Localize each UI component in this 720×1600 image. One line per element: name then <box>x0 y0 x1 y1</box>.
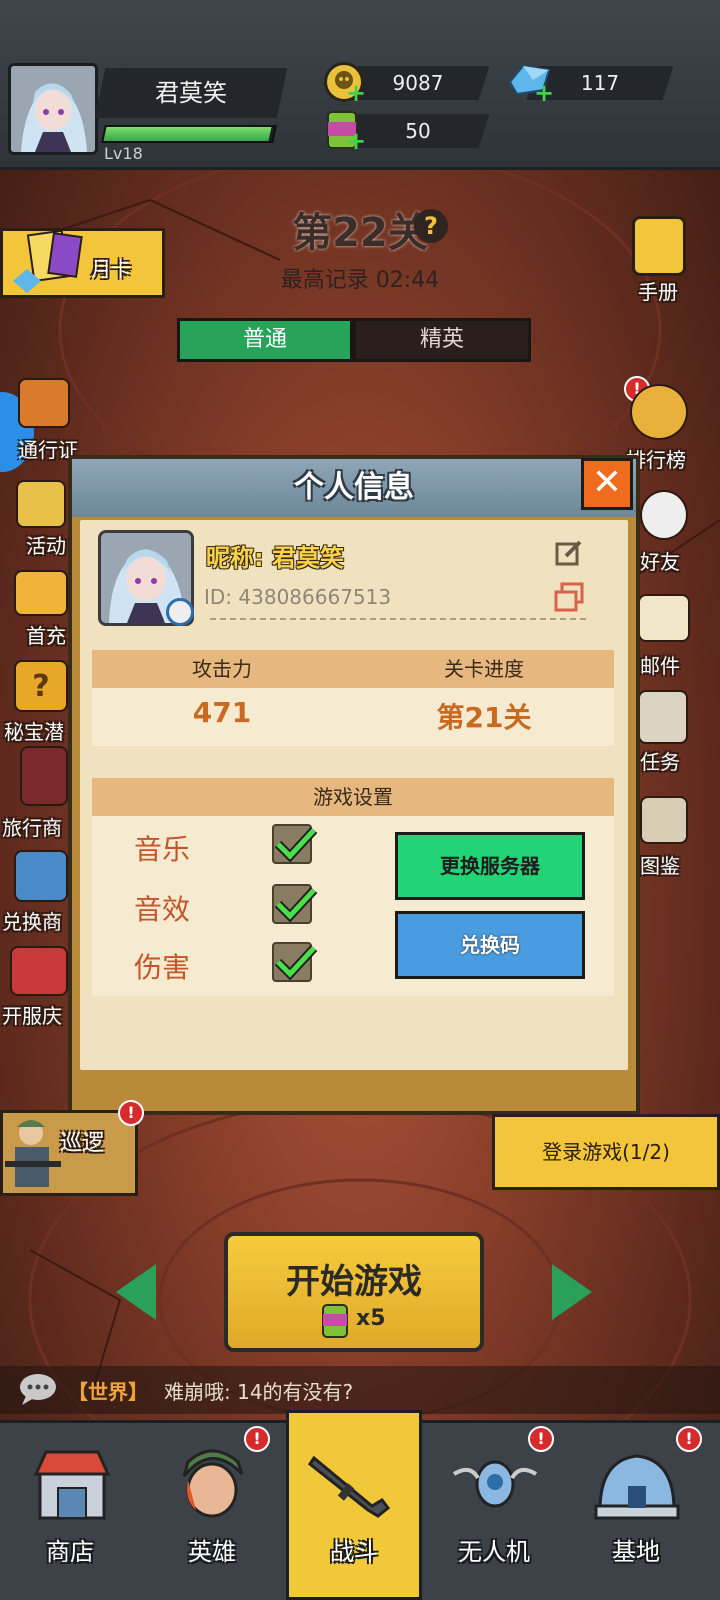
settings-header: 游戏设置 <box>313 785 393 809</box>
tab-normal[interactable]: 普通 <box>177 318 353 362</box>
login-quest-button[interactable]: 登录游戏(1/2) <box>492 1114 720 1190</box>
travel-merchant-label[interactable]: 旅行商 <box>2 812 62 841</box>
damage-label: 伤害 <box>134 951 191 984</box>
nickname: 昵称: 君莫笑 <box>206 544 344 572</box>
anniversary-icon <box>10 946 68 996</box>
mail-icon <box>638 594 690 642</box>
copy-id-icon[interactable] <box>554 582 586 612</box>
base-alert-icon: ! <box>676 1426 702 1452</box>
sound-label: 音效 <box>134 893 191 926</box>
prev-stage-arrow-icon[interactable] <box>116 1264 156 1320</box>
coins-amount: 9087 <box>392 71 444 95</box>
energy-amount: 50 <box>405 119 431 143</box>
pass-icon <box>18 378 70 428</box>
events-label[interactable]: 活动 <box>26 530 66 559</box>
patrol-label: 巡逻 <box>60 1131 105 1156</box>
manual-icon <box>632 216 686 276</box>
sound-checkbox[interactable] <box>272 884 318 924</box>
player-name: 君莫笑 <box>155 79 227 107</box>
monthly-card-label: 月卡 <box>91 257 131 281</box>
attack-value: 471 <box>192 696 252 729</box>
start-game-label: 开始游戏 <box>286 1262 422 1302</box>
nav-base-label: 基地 <box>612 1538 660 1566</box>
checkmark-icon <box>274 944 318 981</box>
add-energy-icon[interactable]: + <box>346 129 366 153</box>
chat-bubble-icon <box>20 1374 56 1405</box>
first-recharge-label[interactable]: 首充 <box>26 620 66 649</box>
rifle-icon <box>308 1455 391 1518</box>
chat-channel: 【世界】 <box>68 1380 148 1404</box>
exchange-shop-label[interactable]: 兑换商 <box>2 906 62 935</box>
add-coins-icon[interactable]: + <box>346 81 366 105</box>
nav-hero[interactable]: ! 英雄 <box>142 1420 284 1600</box>
monthly-card-button[interactable]: 月卡 <box>0 228 165 298</box>
tasks-icon <box>638 690 688 744</box>
avatar-portrait <box>11 66 95 152</box>
nav-base[interactable]: ! 基地 <box>566 1420 708 1600</box>
avatar-edit-badge-icon[interactable] <box>166 598 194 626</box>
edit-name-icon[interactable] <box>554 538 584 568</box>
change-server-button[interactable]: 更换服务器 <box>395 832 585 900</box>
merchant-icon <box>20 746 68 806</box>
patrol-alert-icon: ! <box>118 1100 144 1126</box>
xp-bar <box>101 125 277 143</box>
player-avatar[interactable] <box>8 63 98 155</box>
nav-battle[interactable]: 战斗 <box>286 1420 422 1600</box>
codex-icon <box>640 796 688 844</box>
progress-value: 第21关 <box>436 701 532 734</box>
id-divider <box>210 618 586 620</box>
chat-message: 难崩哦: 14的有没有? <box>164 1380 354 1404</box>
checkmark-icon <box>274 826 318 863</box>
hero-alert-icon: ! <box>244 1426 270 1452</box>
treasure-icon: ? <box>14 660 68 712</box>
nav-drone-label: 无人机 <box>458 1538 530 1566</box>
redeem-code-button[interactable]: 兑换码 <box>395 911 585 979</box>
card-icon <box>13 231 83 293</box>
drone-alert-icon: ! <box>528 1426 554 1452</box>
start-cost: x5 <box>356 1306 386 1331</box>
nav-shop-label: 商店 <box>46 1538 94 1566</box>
base-icon <box>594 1454 680 1520</box>
nav-battle-label: 战斗 <box>330 1538 378 1566</box>
modal-title: 个人信息 <box>294 470 414 505</box>
energy-cost-icon <box>322 1304 348 1338</box>
leaderboard-icon <box>630 384 688 440</box>
checkmark-icon <box>274 886 318 923</box>
attack-header: 攻击力 <box>192 657 252 681</box>
first-recharge-icon <box>14 570 68 616</box>
next-stage-arrow-icon[interactable] <box>552 1264 592 1320</box>
xp-fill <box>103 127 272 141</box>
mail-label[interactable]: 邮件 <box>640 650 680 679</box>
nav-drone[interactable]: ! 无人机 <box>424 1420 566 1600</box>
manual-label[interactable]: 手册 <box>638 276 678 305</box>
tasks-label[interactable]: 任务 <box>640 746 680 775</box>
help-icon[interactable]: ? <box>414 209 448 243</box>
codex-label[interactable]: 图鉴 <box>640 850 680 879</box>
anniversary-label[interactable]: 开服庆 <box>2 1000 62 1029</box>
treasure-label[interactable]: 秘宝潜 <box>4 716 64 745</box>
progress-header: 关卡进度 <box>444 657 524 681</box>
player-level: Lv18 <box>104 144 143 163</box>
friends-icon <box>640 490 688 540</box>
close-button[interactable]: ✕ <box>581 458 633 510</box>
exchange-shop-icon <box>14 850 68 902</box>
nav-shop[interactable]: 商店 <box>0 1420 142 1600</box>
events-icon <box>16 480 66 528</box>
shop-icon <box>33 1450 111 1520</box>
music-checkbox[interactable] <box>272 824 318 864</box>
player-id: ID: 438086667513 <box>204 585 392 609</box>
nav-hero-label: 英雄 <box>188 1538 236 1566</box>
soldier-icon <box>5 1120 61 1187</box>
hero-icon <box>182 1449 244 1518</box>
drone-icon <box>452 1460 538 1508</box>
tab-elite[interactable]: 精英 <box>353 318 531 362</box>
add-gems-icon[interactable]: + <box>534 81 554 105</box>
damage-checkbox[interactable] <box>272 942 318 982</box>
friends-label[interactable]: 好友 <box>640 546 680 575</box>
music-label: 音乐 <box>134 833 191 866</box>
